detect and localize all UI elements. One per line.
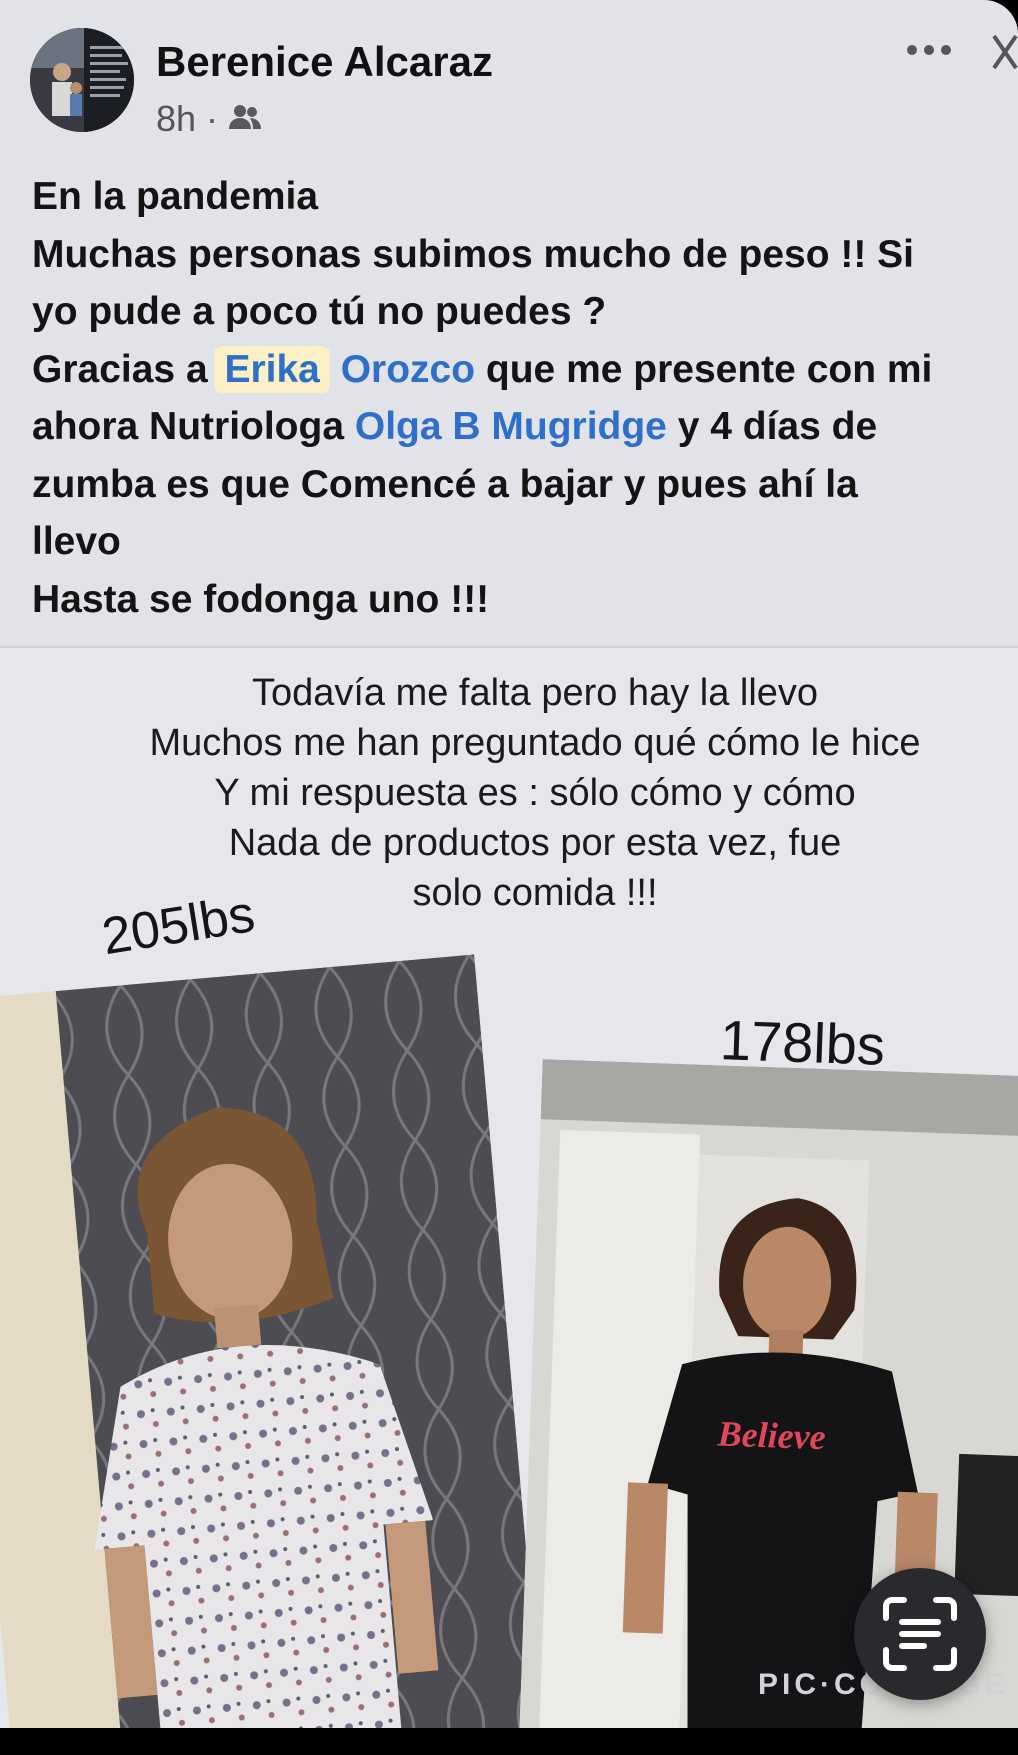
text-segment: Gracias a	[32, 347, 219, 391]
post-line: yo pude a poco tú no puedes ?	[32, 290, 607, 333]
mention-olga[interactable]: Olga B Mugridge	[355, 405, 667, 448]
close-icon[interactable]	[990, 30, 1018, 74]
friends-icon	[228, 98, 262, 140]
post-line: Hasta se fodonga uno !!!	[32, 577, 490, 621]
bottom-edge	[0, 1728, 1018, 1755]
post-line: zumba es que Comencé a bajar y pues ahí …	[32, 462, 858, 506]
after-weight-label: 178lbs	[718, 1008, 887, 1077]
mention-erika[interactable]: Erika	[214, 345, 330, 393]
text-segment	[330, 348, 341, 391]
text-scan-icon[interactable]	[854, 1568, 986, 1700]
caption-line: Todavía me falta pero hay la llevo	[251, 672, 819, 714]
caption-line: Muchos me han preguntado qué cómo le hic…	[149, 722, 921, 764]
post-photo[interactable]: Todavía me falta pero hay la llevo Mucho…	[0, 648, 1018, 1728]
text-segment: y 4 días de	[666, 405, 878, 448]
avatar[interactable]	[30, 28, 134, 132]
caption-line: Nada de productos por esta vez, fue	[228, 822, 842, 864]
post-line: Muchas personas subimos mucho de peso !!…	[32, 232, 915, 276]
post-time[interactable]: 8h	[156, 98, 196, 140]
shirt-text: Believe	[716, 1413, 826, 1457]
post-line: ahora Nutriologa Olga B Mugridge y 4 día…	[32, 398, 1012, 456]
post-card: Berenice Alcaraz 8h · En la pandemia Muc…	[0, 0, 1018, 1755]
image-caption: Todavía me falta pero hay la llevo Mucho…	[0, 668, 1018, 918]
more-icon[interactable]	[906, 40, 952, 60]
post-body: En la pandemia Muchas personas subimos m…	[32, 168, 1012, 628]
post-meta: 8h ·	[156, 98, 262, 140]
text-segment: que me presente con mi	[475, 347, 933, 391]
before-photo	[0, 954, 544, 1728]
text-segment: ahora Nutriologa	[32, 405, 355, 448]
post-line: llevo	[32, 520, 121, 563]
meta-separator: ·	[206, 98, 219, 139]
author-name[interactable]: Berenice Alcaraz	[156, 38, 493, 86]
post-line: En la pandemia	[32, 175, 319, 218]
mention-orozco[interactable]: Orozco	[341, 348, 475, 391]
caption-line: Y mi respuesta es : sólo cómo y cómo	[214, 772, 856, 814]
post-line: Gracias a Erika Orozco que me presente c…	[32, 341, 1012, 399]
